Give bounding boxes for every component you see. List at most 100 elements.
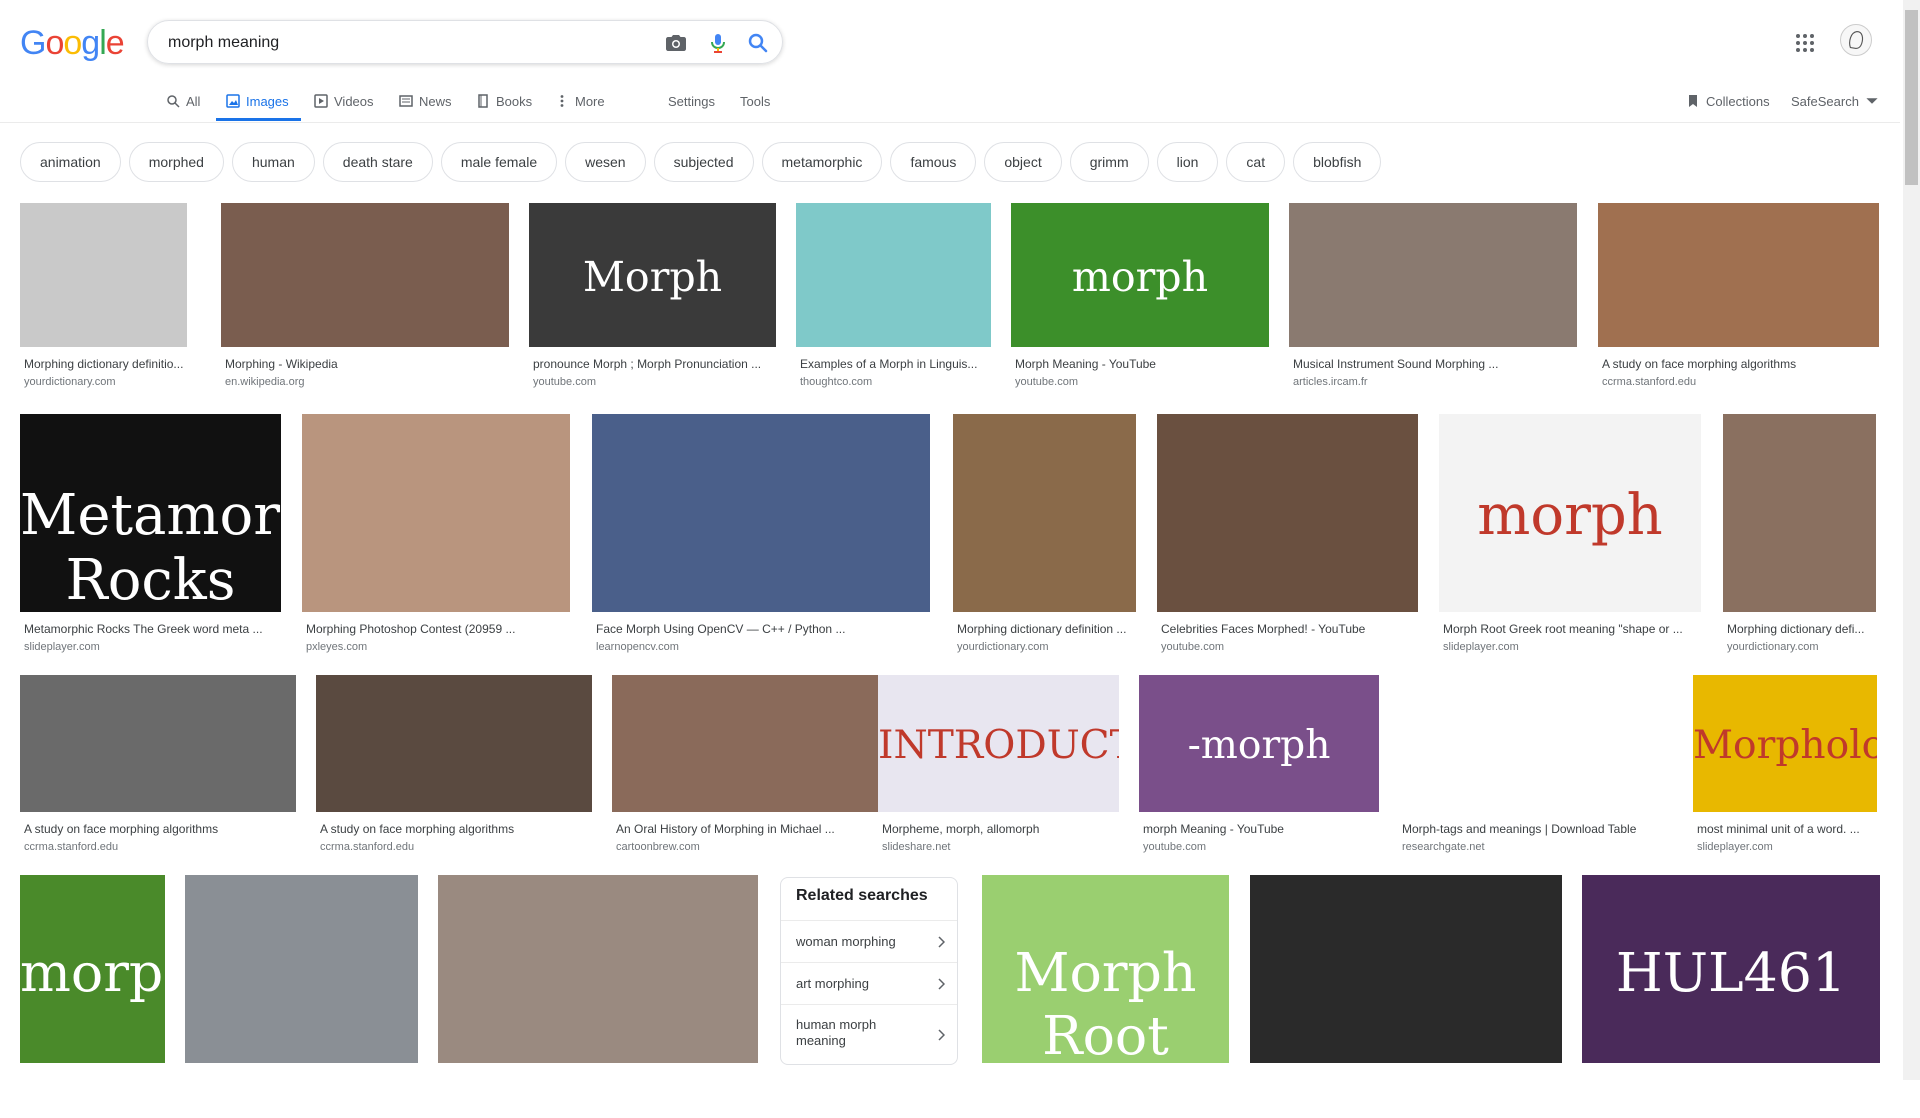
result-thumbnail[interactable] xyxy=(1598,203,1879,347)
apps-grid-icon[interactable] xyxy=(1795,33,1815,53)
result-thumbnail[interactable] xyxy=(302,414,570,612)
result-thumbnail[interactable]: INTRODUCTION xyxy=(878,675,1119,812)
image-result[interactable]: Morphing Photoshop Contest (20959 ... pxl… xyxy=(302,414,570,667)
result-title[interactable]: Face Morph Using OpenCV — C++ / Python .… xyxy=(596,622,930,636)
chip[interactable]: wesen xyxy=(565,142,646,182)
related-item[interactable]: human morph meaning xyxy=(781,1004,957,1064)
result-title[interactable]: Morpheme, morph, allomorph xyxy=(882,822,1119,836)
image-result[interactable]: Morphing dictionary defi... yourdictionar… xyxy=(1723,414,1876,667)
result-title[interactable]: A study on face morphing algorithms xyxy=(24,822,296,836)
image-result[interactable]: An Oral History of Morphing in Michael .… xyxy=(612,675,893,867)
result-title[interactable]: Morphing dictionary definitio... xyxy=(24,357,187,371)
result-thumbnail[interactable] xyxy=(1289,203,1577,347)
image-result[interactable]: -morph morph Meaning - YouTube youtube.com xyxy=(1139,675,1379,867)
collections-link[interactable]: Collections xyxy=(1686,90,1770,112)
image-result[interactable]: HUL461 xyxy=(1582,875,1880,1118)
result-thumbnail[interactable] xyxy=(185,875,418,1063)
image-result[interactable]: Morphing - Wikipedia en.wikipedia.org xyxy=(221,203,509,402)
result-thumbnail[interactable] xyxy=(796,203,991,347)
result-thumbnail[interactable] xyxy=(953,414,1136,612)
tools-link[interactable]: Tools xyxy=(740,90,770,112)
search-box[interactable] xyxy=(147,20,783,65)
result-title[interactable]: Metamorphic Rocks The Greek word meta ..… xyxy=(24,622,281,636)
image-result[interactable]: morph Morph Meaning - YouTube youtube.com xyxy=(1011,203,1269,402)
chip[interactable]: grimm xyxy=(1069,142,1149,182)
result-thumbnail[interactable] xyxy=(316,675,592,812)
tab-more[interactable]: More xyxy=(555,90,605,112)
result-title[interactable]: morph Meaning - YouTube xyxy=(1143,822,1379,836)
result-thumbnail[interactable] xyxy=(592,414,930,612)
chip[interactable]: morphed xyxy=(128,142,224,182)
related-item[interactable]: art morphing xyxy=(781,962,957,1004)
image-result[interactable]: A study on face morphing algorithms ccrma… xyxy=(1598,203,1879,402)
tab-books[interactable]: Books xyxy=(476,90,532,112)
google-logo[interactable]: Google xyxy=(20,24,125,64)
result-title[interactable]: Celebrities Faces Morphed! - YouTube xyxy=(1161,622,1418,636)
result-title[interactable]: Morphing dictionary defi... xyxy=(1727,622,1876,636)
image-result[interactable]: Morphing dictionary definitio... yourdict… xyxy=(20,203,187,402)
result-title[interactable]: A study on face morphing algorithms xyxy=(320,822,592,836)
chip[interactable]: animation xyxy=(20,142,121,182)
result-title[interactable]: most minimal unit of a word. ... xyxy=(1697,822,1877,836)
search-icon[interactable] xyxy=(746,31,770,55)
result-title[interactable]: A study on face morphing algorithms xyxy=(1602,357,1879,371)
result-title[interactable]: Morph Meaning - YouTube xyxy=(1015,357,1269,371)
image-result[interactable] xyxy=(185,875,418,1118)
tab-videos[interactable]: Videos xyxy=(314,90,374,112)
chip[interactable]: cat xyxy=(1226,142,1286,182)
result-thumbnail[interactable] xyxy=(612,675,893,812)
result-title[interactable]: Morphing Photoshop Contest (20959 ... xyxy=(306,622,570,636)
image-result[interactable]: morph xyxy=(20,875,165,1118)
image-result[interactable]: morph Morph Root Greek root meaning "shap… xyxy=(1439,414,1701,667)
result-title[interactable]: Morph-tags and meanings | Download Table xyxy=(1402,822,1674,836)
result-title[interactable]: Morphing - Wikipedia xyxy=(225,357,509,371)
camera-icon[interactable] xyxy=(664,31,688,55)
result-thumbnail[interactable] xyxy=(1723,414,1876,612)
safesearch-dropdown[interactable]: SafeSearch xyxy=(1791,90,1879,112)
chip[interactable]: male female xyxy=(440,142,558,182)
result-title[interactable]: An Oral History of Morphing in Michael .… xyxy=(616,822,893,836)
image-result[interactable]: A study on face morphing algorithms ccrma… xyxy=(20,675,296,867)
chip[interactable]: object xyxy=(984,142,1062,182)
result-thumbnail[interactable] xyxy=(1250,875,1562,1063)
result-thumbnail[interactable]: Morph Root xyxy=(982,875,1229,1063)
image-result[interactable]: Morph pronounce Morph ; Morph Pronunciati… xyxy=(529,203,776,402)
result-title[interactable]: Morph Root Greek root meaning "shape or … xyxy=(1443,622,1701,636)
microphone-icon[interactable] xyxy=(706,31,730,55)
tab-news[interactable]: News xyxy=(399,90,452,112)
scrollbar-thumb[interactable] xyxy=(1905,10,1918,185)
result-thumbnail[interactable]: HUL461 xyxy=(1582,875,1880,1063)
image-result[interactable]: Morph-tags and meanings | Download Table… xyxy=(1398,675,1674,867)
image-result[interactable]: Metamorphic Rocks Metamorphic Rocks The G… xyxy=(20,414,281,667)
image-result[interactable]: A study on face morphing algorithms ccrma… xyxy=(316,675,592,867)
settings-link[interactable]: Settings xyxy=(668,90,715,112)
chip[interactable]: human xyxy=(231,142,315,182)
result-thumbnail[interactable] xyxy=(20,203,187,347)
related-item[interactable]: woman morphing xyxy=(781,920,957,962)
image-result[interactable] xyxy=(1250,875,1562,1118)
result-thumbnail[interactable]: Metamorphic Rocks xyxy=(20,414,281,612)
chip[interactable]: metamorphic xyxy=(761,142,883,182)
result-title[interactable]: Morphing dictionary definition ... xyxy=(957,622,1136,636)
tab-images[interactable]: Images xyxy=(226,90,289,112)
result-thumbnail[interactable] xyxy=(438,875,758,1063)
image-result[interactable]: Celebrities Faces Morphed! - YouTube yout… xyxy=(1157,414,1418,667)
image-result[interactable]: Examples of a Morph in Linguis... thought… xyxy=(796,203,991,402)
account-avatar[interactable] xyxy=(1840,24,1872,56)
image-result[interactable]: Face Morph Using OpenCV — C++ / Python .… xyxy=(592,414,930,667)
result-thumbnail[interactable] xyxy=(221,203,509,347)
chip[interactable]: lion xyxy=(1156,142,1219,182)
image-result[interactable]: Morph Root xyxy=(982,875,1229,1118)
result-thumbnail[interactable]: morph xyxy=(1439,414,1701,612)
image-result[interactable]: Musical Instrument Sound Morphing ... art… xyxy=(1289,203,1577,402)
result-title[interactable]: Examples of a Morph in Linguis... xyxy=(800,357,991,371)
result-thumbnail[interactable]: Morphology xyxy=(1693,675,1877,812)
tab-all[interactable]: All xyxy=(166,90,200,112)
chip[interactable]: death stare xyxy=(322,142,433,182)
result-thumbnail[interactable] xyxy=(1157,414,1418,612)
result-title[interactable]: Musical Instrument Sound Morphing ... xyxy=(1293,357,1577,371)
result-title[interactable]: pronounce Morph ; Morph Pronunciation ..… xyxy=(533,357,776,371)
image-result[interactable]: Morphing dictionary definition ... yourdi… xyxy=(953,414,1136,667)
result-thumbnail[interactable] xyxy=(20,675,296,812)
result-thumbnail[interactable]: Morph xyxy=(529,203,776,347)
